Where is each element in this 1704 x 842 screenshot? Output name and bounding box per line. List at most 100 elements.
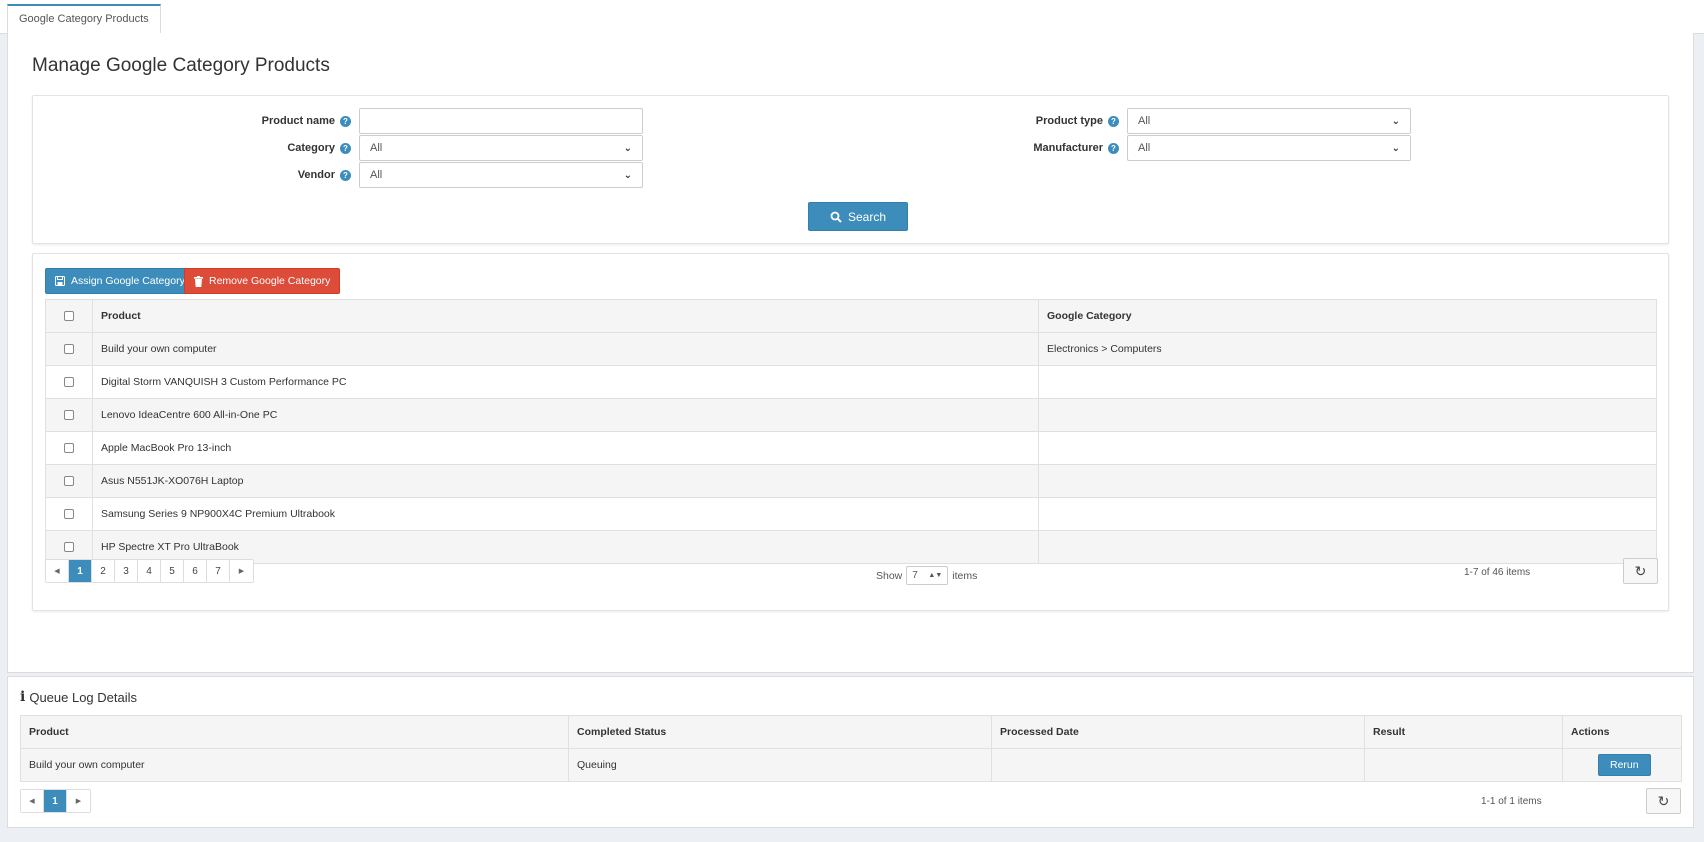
pager-page-4[interactable]: 4 bbox=[138, 560, 161, 582]
chevron-down-icon: ⌄ bbox=[1391, 142, 1400, 154]
product-type-row: Product type? All ⌄ bbox=[845, 108, 1411, 134]
page-title: Manage Google Category Products bbox=[32, 55, 330, 76]
table-row: Apple MacBook Pro 13-inch bbox=[45, 431, 1657, 465]
product-name-label: Product name? bbox=[33, 115, 351, 127]
google-category-cell bbox=[1038, 398, 1657, 432]
row-checkbox[interactable] bbox=[64, 344, 74, 355]
search-button-label: Search bbox=[847, 209, 887, 224]
pager-prev-button[interactable]: ◀ bbox=[46, 560, 69, 582]
row-checkbox-cell bbox=[45, 497, 93, 531]
product-cell: Apple MacBook Pro 13-inch bbox=[92, 431, 1039, 465]
manufacturer-row: Manufacturer? All ⌄ bbox=[845, 135, 1411, 161]
row-checkbox[interactable] bbox=[64, 443, 74, 454]
product-type-label-text: Product type bbox=[1035, 115, 1103, 127]
remove-button-label: Remove Google Category bbox=[209, 275, 331, 287]
product-type-select-value: All bbox=[1138, 115, 1151, 127]
row-checkbox[interactable] bbox=[64, 476, 74, 487]
search-button[interactable]: Search bbox=[808, 202, 908, 231]
queue-log-count-text: 1-1 of 1 items bbox=[1481, 796, 1542, 807]
chevron-down-icon: ⌄ bbox=[1391, 115, 1400, 127]
question-circle-icon[interactable]: ? bbox=[340, 169, 351, 181]
manufacturer-select[interactable]: All ⌄ bbox=[1127, 135, 1411, 161]
table-row: Samsung Series 9 NP900X4C Premium Ultrab… bbox=[45, 497, 1657, 531]
question-circle-icon[interactable]: ? bbox=[1108, 142, 1119, 154]
refresh-icon: ↻ bbox=[1634, 562, 1647, 579]
table-row: Build your own computer Queuing Rerun bbox=[20, 748, 1682, 782]
row-checkbox[interactable] bbox=[64, 542, 74, 553]
pager-page-7[interactable]: 7 bbox=[207, 560, 230, 582]
category-select[interactable]: All ⌄ bbox=[359, 135, 643, 161]
products-count-text: 1-7 of 46 items bbox=[1464, 567, 1531, 578]
product-cell: Samsung Series 9 NP900X4C Premium Ultrab… bbox=[92, 497, 1039, 531]
table-header-row: Product Google Category bbox=[45, 299, 1657, 333]
select-all-cell bbox=[45, 299, 93, 333]
google-category-cell: Electronics > Computers bbox=[1038, 332, 1657, 366]
products-table: Product Google Category Build your own c… bbox=[45, 299, 1657, 564]
page-size-value: 7 bbox=[912, 570, 918, 581]
queue-log-table: Product Completed Status Processed Date … bbox=[20, 715, 1682, 782]
queue-log-refresh-button[interactable]: ↻ bbox=[1646, 788, 1681, 814]
product-name-label-text: Product name bbox=[261, 115, 335, 127]
pager-next-button[interactable]: ▶ bbox=[67, 790, 90, 812]
rerun-button[interactable]: Rerun bbox=[1598, 754, 1651, 776]
log-product-cell: Build your own computer bbox=[20, 748, 569, 782]
pager-page-2[interactable]: 2 bbox=[92, 560, 115, 582]
products-grid-panel: Assign Google Category Remove Google Cat… bbox=[32, 253, 1669, 611]
pager-prev-button[interactable]: ◀ bbox=[21, 790, 44, 812]
product-type-select[interactable]: All ⌄ bbox=[1127, 108, 1411, 134]
table-row: Digital Storm VANQUISH 3 Custom Performa… bbox=[45, 365, 1657, 399]
table-row: Build your own computer Electronics > Co… bbox=[45, 332, 1657, 366]
column-header-result: Result bbox=[1364, 715, 1563, 749]
vendor-label-text: Vendor bbox=[297, 169, 335, 181]
pager-page-1[interactable]: 1 bbox=[69, 560, 92, 582]
queue-log-title-text: Queue Log Details bbox=[29, 689, 138, 705]
question-circle-icon[interactable]: ? bbox=[340, 115, 351, 127]
row-checkbox-cell bbox=[45, 332, 93, 366]
product-cell: Digital Storm VANQUISH 3 Custom Performa… bbox=[92, 365, 1039, 399]
column-header-product[interactable]: Product bbox=[92, 299, 1039, 333]
refresh-icon: ↻ bbox=[1657, 792, 1670, 809]
manufacturer-label: Manufacturer? bbox=[845, 142, 1119, 154]
product-name-input[interactable] bbox=[359, 108, 643, 134]
product-cell: Lenovo IdeaCentre 600 All-in-One PC bbox=[92, 398, 1039, 432]
question-circle-icon[interactable]: ? bbox=[340, 142, 351, 154]
row-checkbox-cell bbox=[45, 365, 93, 399]
google-category-cell bbox=[1038, 365, 1657, 399]
show-label: Show bbox=[876, 569, 903, 582]
pager-page-1[interactable]: 1 bbox=[44, 790, 67, 812]
log-status-cell: Queuing bbox=[568, 748, 992, 782]
assign-button-label: Assign Google Category bbox=[71, 275, 185, 287]
pager-page-3[interactable]: 3 bbox=[115, 560, 138, 582]
remove-google-category-button[interactable]: Remove Google Category bbox=[184, 268, 341, 294]
category-select-value: All bbox=[370, 142, 383, 154]
row-checkbox[interactable] bbox=[64, 509, 74, 520]
items-label: items bbox=[952, 569, 978, 582]
queue-log-panel: i Queue Log Details Product Completed St… bbox=[7, 676, 1694, 828]
column-header-actions: Actions bbox=[1562, 715, 1682, 749]
pager-page-5[interactable]: 5 bbox=[161, 560, 184, 582]
column-header-google-category[interactable]: Google Category bbox=[1038, 299, 1657, 333]
chevron-down-icon: ⌄ bbox=[623, 169, 632, 181]
queue-log-title: i Queue Log Details bbox=[20, 689, 137, 705]
vendor-select[interactable]: All ⌄ bbox=[359, 162, 643, 188]
page-size-select[interactable]: 7 ▲▼ bbox=[906, 566, 949, 585]
assign-google-category-button[interactable]: Assign Google Category bbox=[45, 268, 195, 294]
select-all-checkbox[interactable] bbox=[64, 311, 74, 322]
products-refresh-button[interactable]: ↻ bbox=[1623, 558, 1658, 584]
pager-next-button[interactable]: ▶ bbox=[230, 560, 253, 582]
row-checkbox[interactable] bbox=[64, 377, 74, 388]
category-row: Category? All ⌄ bbox=[33, 135, 643, 161]
table-row: HP Spectre XT Pro UltraBook bbox=[45, 530, 1657, 564]
tab-google-category-products[interactable]: Google Category Products bbox=[7, 4, 161, 35]
pager-page-6[interactable]: 6 bbox=[184, 560, 207, 582]
product-name-row: Product name? bbox=[33, 108, 643, 134]
column-header-processed-date: Processed Date bbox=[991, 715, 1365, 749]
page-size-control: Show 7 ▲▼ items bbox=[876, 566, 977, 585]
row-checkbox[interactable] bbox=[64, 410, 74, 421]
category-label: Category? bbox=[33, 142, 351, 154]
chevron-down-icon: ⌄ bbox=[623, 142, 632, 154]
vendor-select-value: All bbox=[370, 169, 383, 181]
info-icon: i bbox=[20, 689, 26, 705]
question-circle-icon[interactable]: ? bbox=[1108, 115, 1119, 127]
table-header-row: Product Completed Status Processed Date … bbox=[20, 715, 1682, 749]
